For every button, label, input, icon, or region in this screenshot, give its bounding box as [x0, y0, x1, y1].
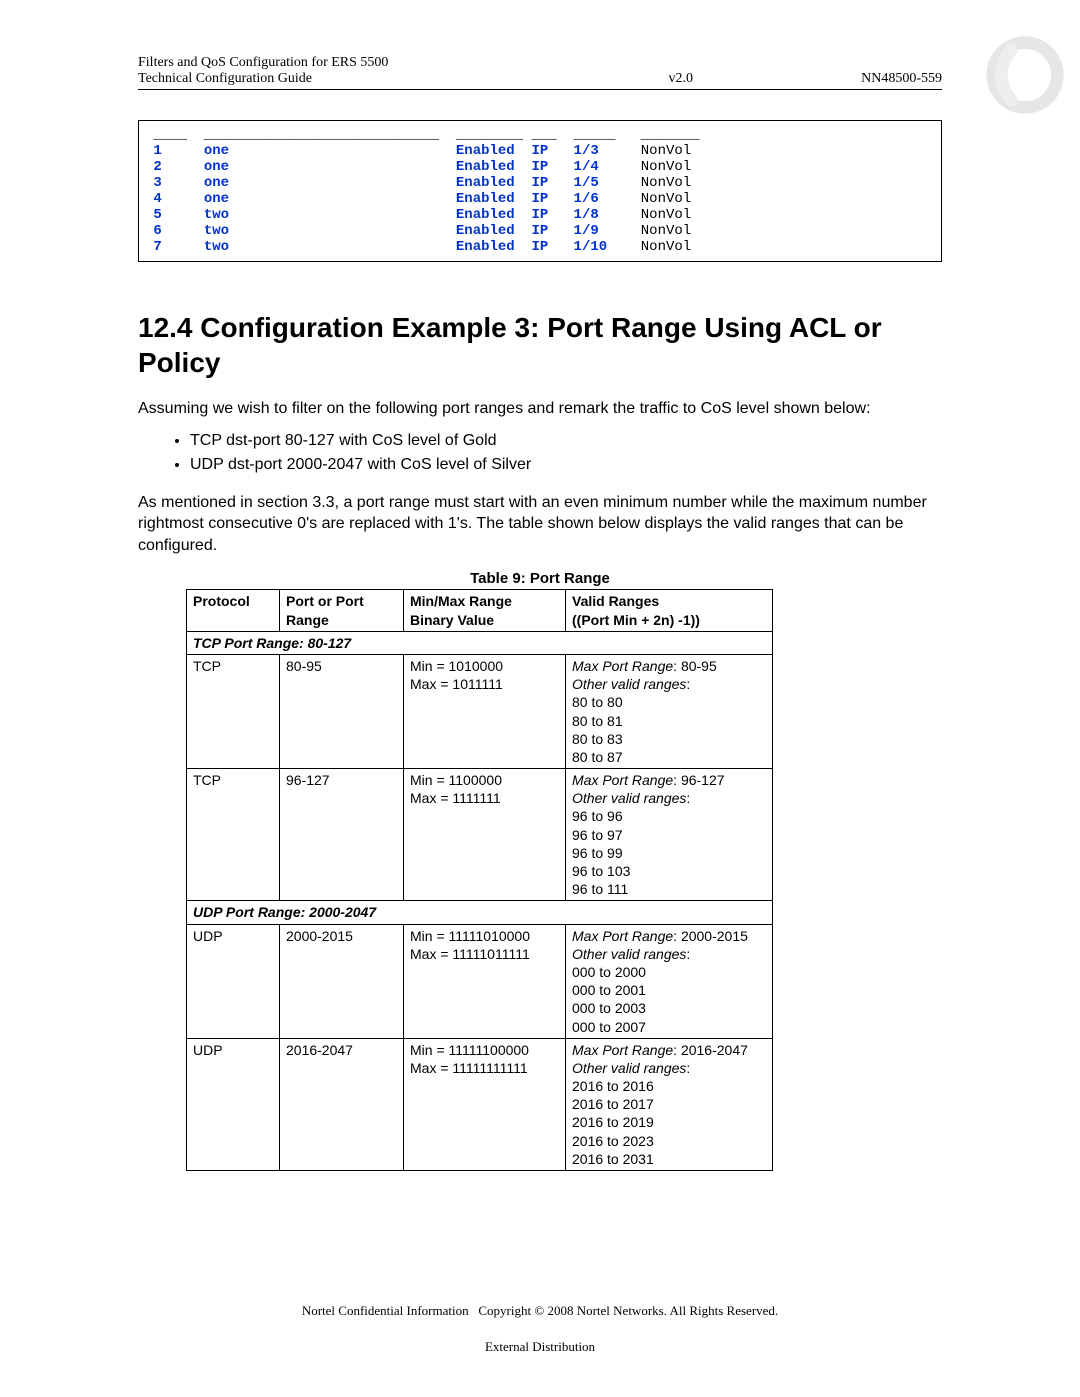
th-binary: Min/Max Range Binary Value: [404, 590, 566, 631]
cell-valid-ranges: Max Port Range: 80-95Other valid ranges:…: [566, 654, 773, 768]
cell-port-range: 2000-2015: [280, 924, 404, 1038]
table-header-row: Protocol Port or Port Range Min/Max Rang…: [187, 590, 773, 631]
table-wrap: Protocol Port or Port Range Min/Max Rang…: [138, 589, 942, 1171]
cell-port-range: 96-127: [280, 769, 404, 901]
cell-binary: Min = 11111010000Max = 11111011111: [404, 924, 566, 1038]
footer-distribution: External Distribution: [138, 1339, 942, 1355]
header-line-1: Filters and QoS Configuration for ERS 55…: [138, 55, 942, 71]
table-caption: Table 9: Port Range: [138, 570, 942, 587]
cell-port-range: 80-95: [280, 654, 404, 768]
table-row: TCP80-95Min = 1010000Max = 1011111Max Po…: [187, 654, 773, 768]
table-section-header-cell: TCP Port Range: 80-127: [187, 631, 773, 654]
table-row: TCP96-127Min = 1100000Max = 1111111Max P…: [187, 769, 773, 901]
cell-port-range: 2016-2047: [280, 1038, 404, 1170]
header-version: v2.0: [580, 71, 781, 87]
page-footer: Nortel Confidential Information Copyrigh…: [138, 1303, 942, 1355]
th-binary-1: Min/Max Range: [410, 593, 512, 609]
page-header: Filters and QoS Configuration for ERS 55…: [138, 55, 942, 90]
bullet-item: UDP dst-port 2000-2047 with CoS level of…: [190, 456, 942, 474]
cell-valid-ranges: Max Port Range: 2016-2047Other valid ran…: [566, 1038, 773, 1170]
intro-paragraph: Assuming we wish to filter on the follow…: [138, 398, 942, 420]
nortel-logo-icon: [980, 30, 1070, 120]
footer-copyright: Nortel Confidential Information Copyrigh…: [138, 1303, 942, 1319]
bullet-list: TCP dst-port 80-127 with CoS level of Go…: [138, 432, 942, 474]
th-protocol: Protocol: [187, 590, 280, 631]
th-binary-2: Binary Value: [410, 612, 494, 628]
cell-protocol: TCP: [187, 654, 280, 768]
header-docnum: NN48500-559: [781, 71, 942, 87]
bullet-item: TCP dst-port 80-127 with CoS level of Go…: [190, 432, 942, 450]
cell-valid-ranges: Max Port Range: 2000-2015Other valid ran…: [566, 924, 773, 1038]
cell-protocol: UDP: [187, 924, 280, 1038]
header-line-2: Technical Configuration Guide v2.0 NN485…: [138, 71, 942, 87]
cell-binary: Min = 1010000Max = 1011111: [404, 654, 566, 768]
table-section-header: TCP Port Range: 80-127: [187, 631, 773, 654]
cell-binary: Min = 1100000Max = 1111111: [404, 769, 566, 901]
page: Filters and QoS Configuration for ERS 55…: [0, 0, 1080, 1397]
post-bullets-paragraph: As mentioned in section 3.3, a port rang…: [138, 492, 942, 557]
th-valid: Valid Ranges ((Port Min + 2n) -1)): [566, 590, 773, 631]
header-title-1: Filters and QoS Configuration for ERS 55…: [138, 55, 942, 71]
cell-protocol: TCP: [187, 769, 280, 901]
th-valid-2: ((Port Min + 2n) -1)): [572, 612, 700, 628]
cell-binary: Min = 11111100000Max = 11111111111: [404, 1038, 566, 1170]
cell-valid-ranges: Max Port Range: 96-127Other valid ranges…: [566, 769, 773, 901]
header-title-2: Technical Configuration Guide: [138, 71, 580, 87]
content-region: ____ ____________________________ ______…: [138, 120, 942, 1171]
terminal-output-box: ____ ____________________________ ______…: [138, 120, 942, 262]
cell-protocol: UDP: [187, 1038, 280, 1170]
th-valid-1: Valid Ranges: [572, 593, 659, 609]
th-port-range: Port or Port Range: [280, 590, 404, 631]
table-section-header-cell: UDP Port Range: 2000-2047: [187, 901, 773, 924]
section-heading: 12.4 Configuration Example 3: Port Range…: [138, 310, 942, 380]
table-row: UDP2016-2047Min = 11111100000Max = 11111…: [187, 1038, 773, 1170]
port-range-table: Protocol Port or Port Range Min/Max Rang…: [186, 589, 773, 1171]
table-section-header: UDP Port Range: 2000-2047: [187, 901, 773, 924]
table-row: UDP2000-2015Min = 11111010000Max = 11111…: [187, 924, 773, 1038]
